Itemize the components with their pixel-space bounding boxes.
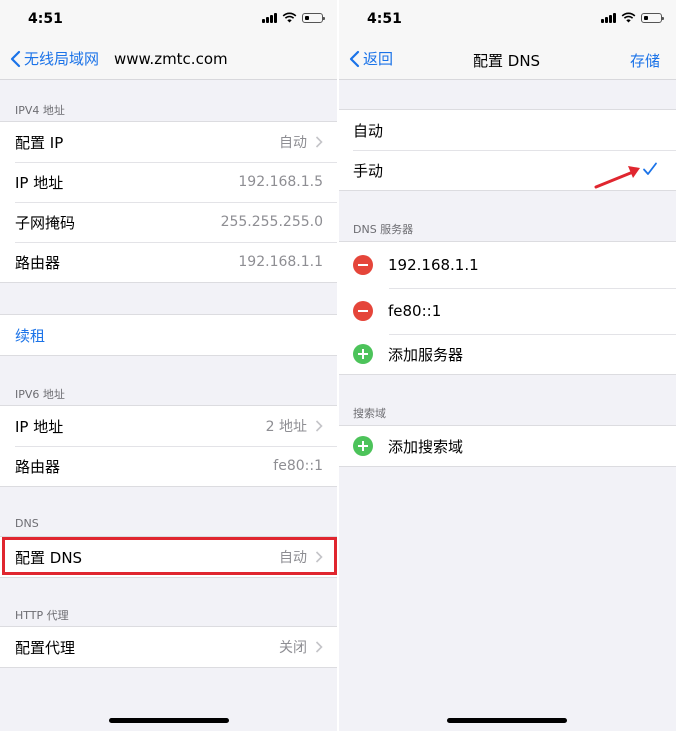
chevron-right-icon [315,136,323,148]
row-configure-proxy[interactable]: 配置代理 关闭 [0,627,337,667]
battery-icon [641,12,664,23]
dns-server-item[interactable]: fe80::1 [339,288,676,334]
chevron-left-icon [349,50,360,67]
row-value: 自动 [279,135,307,151]
cellular-signal-icon [262,12,277,23]
row-value: 2 地址 [265,419,307,435]
add-server-label: 添加服务器 [388,345,464,364]
section-header-dns: DNS [15,517,39,530]
configure-dns-screen: 4:51 返回 配置 DNS 存储 自动 手动 DNS 服务器 192.168.… [339,0,676,731]
wifi-icon [282,12,297,23]
search-domains-group: 添加搜索域 [339,425,676,467]
ipv4-group: 配置 IP 自动 IP 地址 192.168.1.5 子网掩码 255.255.… [0,121,337,283]
cellular-signal-icon [601,12,616,23]
row-configure-ip[interactable]: 配置 IP 自动 [0,122,337,162]
minus-circle-icon[interactable] [353,301,373,321]
section-header-dns-servers: DNS 服务器 [353,223,414,236]
dns-server-address: fe80::1 [388,302,442,320]
chevron-right-icon [315,420,323,432]
row-value: 关闭 [279,640,307,656]
row-label: 配置代理 [15,638,76,657]
status-icons [601,12,664,23]
row-subnet-mask: 子网掩码 255.255.255.0 [0,202,337,242]
home-indicator[interactable] [109,718,229,723]
section-header-ipv6: IPV6 地址 [15,388,65,401]
dns-server-item[interactable]: 192.168.1.1 [339,242,676,288]
plus-circle-icon [353,436,373,456]
row-value: 192.168.1.5 [238,174,323,190]
save-button[interactable]: 存储 [630,50,660,71]
back-label: 无线局域网 [24,50,100,68]
row-label: 配置 IP [15,133,64,152]
row-value: 192.168.1.1 [238,254,323,270]
option-label: 自动 [353,121,384,140]
minus-circle-icon[interactable] [353,255,373,275]
row-label: 路由器 [15,457,61,476]
add-server-button[interactable]: 添加服务器 [339,334,676,374]
row-value: 255.255.255.0 [220,214,323,230]
battery-icon [302,12,325,23]
dns-servers-group: 192.168.1.1 fe80::1 添加服务器 [339,241,676,375]
chevron-left-icon [10,50,21,67]
row-ipv6-address[interactable]: IP 地址 2 地址 [0,406,337,446]
row-ipv6-router: 路由器 fe80::1 [0,446,337,486]
back-button[interactable]: 无线局域网 [8,48,99,69]
chevron-right-icon [315,641,323,653]
status-bar: 4:51 [339,0,676,38]
row-label: 路由器 [15,253,61,272]
row-label: IP 地址 [15,173,64,192]
ipv6-group: IP 地址 2 地址 路由器 fe80::1 [0,405,337,487]
row-label: 子网掩码 [15,213,76,232]
renew-label: 续租 [15,326,46,345]
home-indicator[interactable] [447,718,567,723]
renew-lease-button[interactable]: 续租 [0,315,337,355]
proxy-group: 配置代理 关闭 [0,626,337,668]
page-title: 配置 DNS [473,52,541,70]
section-header-search-domains: 搜索域 [353,407,386,420]
navigation-bar: 返回 配置 DNS 存储 [339,38,676,80]
add-search-domain-label: 添加搜索域 [388,437,464,456]
checkmark-icon [643,162,657,175]
navigation-bar: 无线局域网 www.zmtc.com [0,38,337,80]
page-title: www.zmtc.com [114,50,228,68]
row-label: IP 地址 [15,417,64,436]
plus-circle-icon [353,344,373,364]
row-value: fe80::1 [273,458,323,474]
status-time: 4:51 [367,11,402,27]
row-router: 路由器 192.168.1.1 [0,242,337,282]
option-automatic[interactable]: 自动 [339,110,676,150]
wifi-icon [621,12,636,23]
section-header-http-proxy: HTTP 代理 [15,609,69,622]
dns-server-address: 192.168.1.1 [388,256,479,274]
renew-group: 续租 [0,314,337,356]
network-details-screen: 4:51 无线局域网 www.zmtc.com IPV4 地址 配置 IP 自动… [0,0,337,731]
back-button[interactable]: 返回 [347,48,393,69]
screenshot-composite: 4:51 无线局域网 www.zmtc.com IPV4 地址 配置 IP 自动… [0,0,676,731]
section-header-ipv4: IPV4 地址 [15,104,65,117]
red-arrow-icon [594,166,640,189]
status-icons [262,12,325,23]
back-label: 返回 [363,50,394,68]
row-ip-address: IP 地址 192.168.1.5 [0,162,337,202]
highlight-box [2,537,337,575]
status-time: 4:51 [28,11,63,27]
add-search-domain-button[interactable]: 添加搜索域 [339,426,676,466]
status-bar: 4:51 [0,0,337,38]
option-label: 手动 [353,161,384,180]
